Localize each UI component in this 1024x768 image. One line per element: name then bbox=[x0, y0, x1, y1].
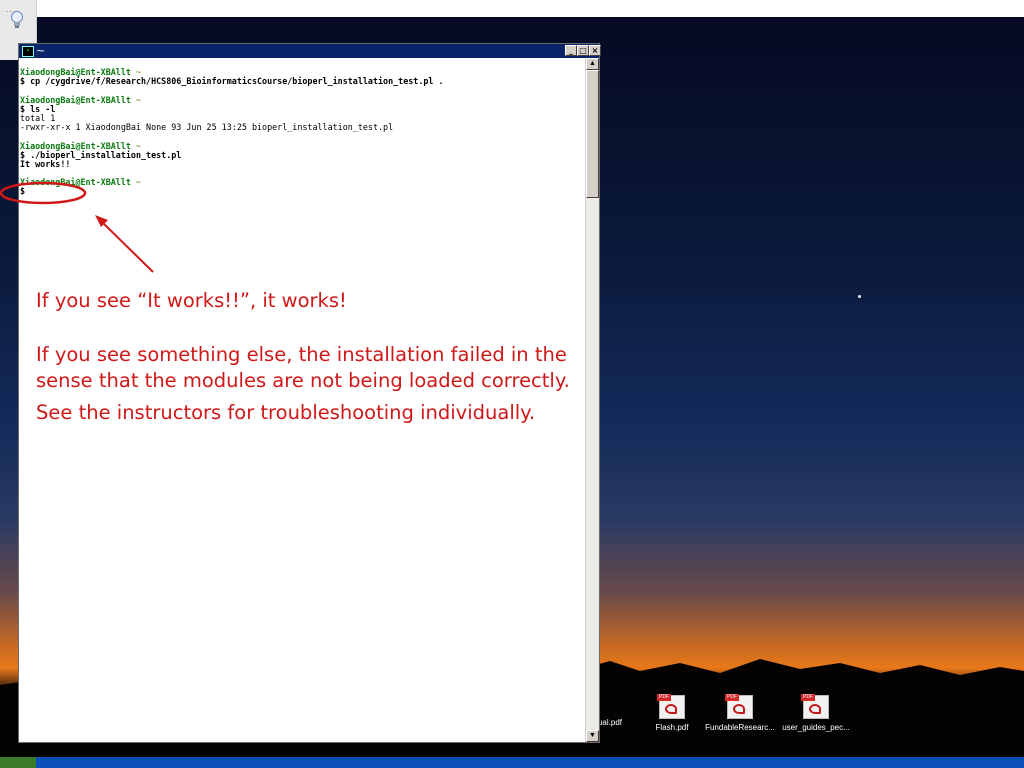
pdf-file-icon: PDF bbox=[657, 694, 685, 719]
pdf-file-icon: PDF bbox=[801, 694, 829, 719]
terminal-output-line: It works!! bbox=[20, 158, 71, 169]
terminal-output[interactable]: XiaodongBai@Ent-XBAllt ~ $ cp /cygdrive/f… bbox=[20, 67, 580, 197]
desktop-icon-pdf[interactable]: PDF user_guides_pec... bbox=[776, 694, 856, 732]
desktop-icon-label: ual.pdf bbox=[597, 718, 623, 727]
desktop-icon-pdf[interactable]: PDF FundableResearc... bbox=[700, 694, 780, 732]
scroll-thumb[interactable] bbox=[586, 70, 599, 198]
terminal-prompt: XiaodongBai@Ent-XBAllt ~ bbox=[20, 94, 580, 105]
terminal-command: $ ls -l bbox=[20, 103, 56, 114]
star bbox=[858, 295, 861, 298]
prompt-user-host: XiaodongBai@Ent-XBAllt bbox=[20, 177, 131, 188]
prompt-cwd: ~ bbox=[130, 94, 142, 105]
scroll-down-button[interactable]: ▼ bbox=[586, 730, 599, 742]
lightbulb-icon[interactable] bbox=[9, 10, 25, 30]
title-bar[interactable]: ▪ ~ _ □ × bbox=[19, 44, 601, 58]
prompt-cwd: ~ bbox=[130, 177, 142, 188]
pdf-file-icon: PDF bbox=[725, 694, 753, 719]
annotation-success: If you see “It works!!”, it works! bbox=[36, 289, 347, 312]
minimize-button[interactable]: _ bbox=[565, 45, 577, 56]
close-button[interactable]: × bbox=[589, 45, 601, 56]
terminal-command: $ bbox=[20, 186, 26, 197]
annotation-failure-line-1: If you see something else, the installat… bbox=[36, 343, 567, 366]
desktop-icon-label: FundableResearc... bbox=[705, 723, 775, 732]
taskbar bbox=[0, 757, 1024, 768]
terminal-command: $ ./bioperl_installation_test.pl bbox=[20, 149, 182, 160]
scroll-up-button[interactable]: ▲ bbox=[586, 58, 599, 70]
annotation-failure-line-2: sense that the modules are not being loa… bbox=[36, 369, 570, 392]
vertical-scrollbar[interactable]: ▲ ▼ bbox=[585, 58, 599, 742]
desktop-icon-label: Flash.pdf bbox=[655, 723, 689, 732]
terminal-output-line: -rwxr-xr-x 1 XiaodongBai None 93 Jun 25 … bbox=[20, 122, 394, 133]
maximize-button[interactable]: □ bbox=[577, 45, 589, 56]
annotation-failure-line-3: See the instructors for troubleshooting … bbox=[36, 401, 536, 424]
terminal-command: $ cp /cygdrive/f/Research/HCS806_Bioinfo… bbox=[20, 76, 444, 87]
desktop-icon-label: user_guides_pec... bbox=[782, 723, 850, 732]
terminal-prompt: XiaodongBai@Ent-XBAllt ~ bbox=[20, 178, 580, 187]
window-title: ~ bbox=[36, 44, 46, 57]
start-button[interactable] bbox=[0, 757, 36, 768]
terminal-icon: ▪ bbox=[22, 46, 34, 57]
